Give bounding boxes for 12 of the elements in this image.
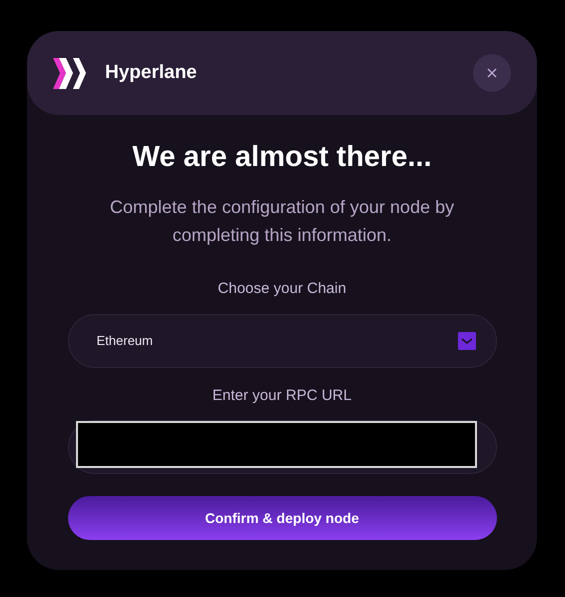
logo-icon bbox=[53, 56, 86, 90]
rpc-label: Enter your RPC URL bbox=[212, 386, 352, 406]
close-icon bbox=[487, 68, 497, 78]
close-button[interactable] bbox=[473, 54, 511, 92]
brand-name: Hyperlane bbox=[105, 60, 197, 85]
chain-label: Choose your Chain bbox=[218, 279, 346, 299]
dialog-title: We are almost there... bbox=[132, 140, 432, 175]
dialog-subtitle: Complete the configuration of your node by completing this information. bbox=[108, 196, 456, 247]
chain-select[interactable]: Ethereum bbox=[68, 314, 496, 368]
confirm-button[interactable]: Confirm & deploy node bbox=[68, 496, 496, 540]
rpc-url-field[interactable] bbox=[68, 420, 496, 474]
chevron-down-icon bbox=[458, 332, 476, 350]
